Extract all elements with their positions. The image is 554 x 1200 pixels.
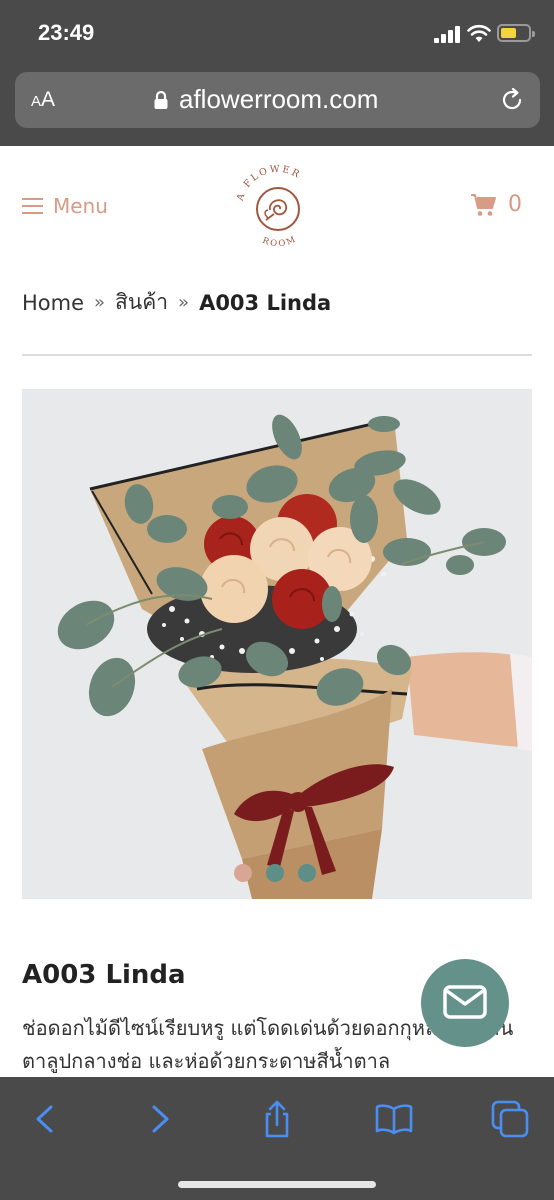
cellular-signal-icon	[434, 26, 462, 43]
svg-text:A FLOWER: A FLOWER	[234, 164, 302, 203]
carousel-dot-2[interactable]	[266, 864, 284, 882]
carousel-dot-1[interactable]	[234, 864, 252, 882]
share-icon[interactable]	[257, 1099, 297, 1139]
breadcrumb-separator: »	[178, 292, 190, 313]
browser-top-chrome: 23:49 AA aflowerroom.com	[0, 0, 554, 146]
product-image-carousel[interactable]	[22, 389, 532, 899]
hamburger-icon	[22, 198, 43, 214]
svg-text:ROOM: ROOM	[261, 234, 299, 249]
breadcrumb-home[interactable]: Home	[22, 291, 84, 315]
reload-icon[interactable]	[499, 87, 525, 113]
text-size-button[interactable]: AA	[31, 88, 55, 112]
cart-button[interactable]: 0	[470, 192, 522, 217]
site-header: Menu A FLOWER ROOM 0	[0, 146, 554, 266]
logo-text-bottom: ROOM	[261, 234, 297, 249]
divider	[22, 354, 532, 356]
status-bar: 23:49	[0, 0, 554, 68]
breadcrumb-category[interactable]: สินค้า	[115, 286, 168, 319]
breadcrumb-current: A003 Linda	[199, 290, 332, 315]
product-title: A003 Linda	[22, 960, 186, 990]
contact-mail-button[interactable]	[421, 959, 509, 1047]
cart-icon	[471, 193, 496, 216]
bookmarks-icon[interactable]	[374, 1099, 414, 1139]
forward-icon[interactable]	[140, 1099, 180, 1139]
brand-logo[interactable]: A FLOWER ROOM	[230, 164, 326, 252]
carousel-dots	[234, 864, 316, 882]
address-bar[interactable]: AA aflowerroom.com	[15, 72, 540, 128]
breadcrumb: Home » สินค้า » A003 Linda	[22, 286, 331, 319]
tabs-icon[interactable]	[490, 1099, 530, 1139]
mail-icon	[443, 985, 487, 1019]
wifi-icon	[467, 24, 491, 42]
carousel-dot-3[interactable]	[298, 864, 316, 882]
bouquet-image	[22, 389, 532, 899]
breadcrumb-separator: »	[94, 292, 106, 313]
logo-text-top: A FLOWER	[234, 164, 300, 203]
lock-icon	[154, 90, 168, 109]
home-indicator[interactable]	[178, 1181, 376, 1188]
menu-button[interactable]: Menu	[22, 194, 108, 218]
url-domain[interactable]: aflowerroom.com	[179, 84, 378, 115]
status-time: 23:49	[38, 20, 95, 45]
cart-count: 0	[508, 192, 522, 217]
battery-icon	[497, 24, 535, 42]
back-icon[interactable]	[25, 1099, 65, 1139]
menu-label: Menu	[53, 194, 108, 218]
